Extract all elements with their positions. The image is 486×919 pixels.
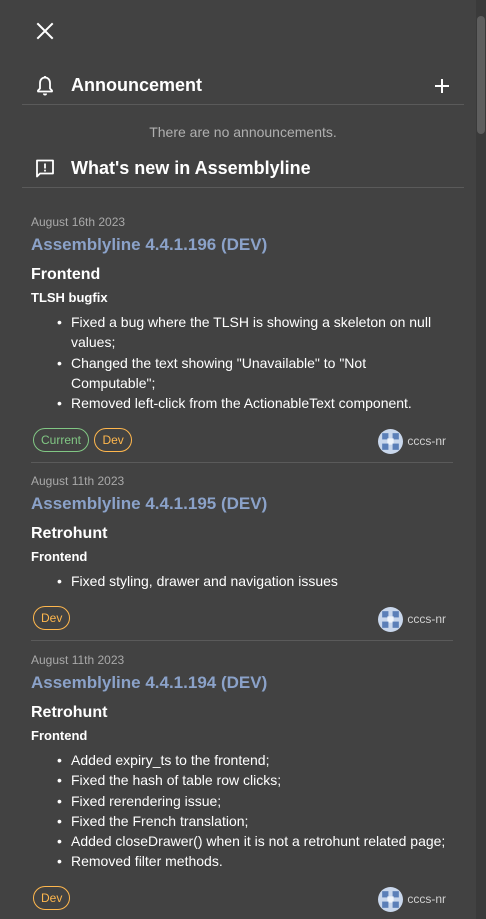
- release-author: cccs-nr: [378, 428, 446, 454]
- release-section: Retrohunt: [31, 704, 108, 721]
- notification-drawer: Announcement There are no announcements.…: [0, 0, 476, 919]
- release-subsection: Frontend: [31, 728, 88, 743]
- avatar: [378, 428, 404, 454]
- announcement-title: Announcement: [71, 75, 203, 95]
- list-item: Removed filter methods.: [57, 851, 453, 872]
- release-title-link[interactable]: Assemblyline 4.4.1.194 (DEV): [31, 673, 453, 693]
- list-item: Fixed rerendering issue;: [57, 791, 453, 812]
- add-announcement-button[interactable]: [430, 74, 454, 98]
- tag-current[interactable]: Current: [33, 428, 90, 452]
- plus-icon: [435, 79, 449, 93]
- bell-icon: [37, 75, 53, 95]
- list-item: Added closeDrawer() when it is not a ret…: [57, 831, 453, 852]
- release-title-link[interactable]: Assemblyline 4.4.1.195 (DEV): [31, 494, 453, 514]
- release-changes-list: Fixed a bug where the TLSH is showing a …: [57, 312, 453, 414]
- release-divider: [31, 640, 453, 641]
- list-item: Removed left-click from the ActionableTe…: [57, 393, 453, 414]
- whats-new-header: What's new in Assemblyline: [22, 150, 464, 188]
- tag-dev[interactable]: Dev: [33, 886, 71, 910]
- list-item: Added expiry_ts to the frontend;: [57, 750, 453, 771]
- feedback-icon: [36, 159, 54, 177]
- list-item: Changed the text showing "Unavailable" t…: [57, 353, 453, 394]
- release-entry: August 16th 2023 Assemblyline 4.4.1.196 …: [31, 215, 453, 414]
- release-author: cccs-nr: [378, 606, 446, 632]
- release-date: August 11th 2023: [31, 474, 125, 488]
- tag-dev[interactable]: Dev: [94, 428, 132, 452]
- list-item: Fixed styling, drawer and navigation iss…: [57, 571, 453, 592]
- release-section: Frontend: [31, 266, 101, 283]
- announcement-header: Announcement: [22, 67, 464, 105]
- avatar: [378, 606, 404, 632]
- release-footer: Dev cccs-nr: [33, 886, 455, 914]
- release-subsection: TLSH bugfix: [31, 290, 108, 305]
- release-author: cccs-nr: [378, 886, 446, 912]
- close-drawer-button[interactable]: [33, 19, 57, 43]
- release-divider: [31, 462, 453, 463]
- list-item: Fixed the French translation;: [57, 811, 453, 832]
- author-name: cccs-nr: [407, 612, 446, 626]
- release-footer: Current Dev cccs-nr: [33, 428, 455, 456]
- release-entry: August 11th 2023 Assemblyline 4.4.1.194 …: [31, 653, 453, 872]
- release-footer: Dev cccs-nr: [33, 606, 455, 634]
- scrollbar-thumb[interactable]: [477, 16, 485, 134]
- list-item: Fixed the hash of table row clicks;: [57, 770, 453, 791]
- release-title-link[interactable]: Assemblyline 4.4.1.196 (DEV): [31, 235, 453, 255]
- close-icon: [36, 22, 54, 40]
- avatar: [378, 886, 404, 912]
- author-name: cccs-nr: [407, 434, 446, 448]
- release-changes-list: Added expiry_ts to the frontend; Fixed t…: [57, 750, 453, 872]
- tag-dev[interactable]: Dev: [33, 606, 71, 630]
- release-date: August 11th 2023: [31, 653, 125, 667]
- list-item: Fixed a bug where the TLSH is showing a …: [57, 312, 453, 353]
- release-date: August 16th 2023: [31, 215, 126, 229]
- release-section: Retrohunt: [31, 525, 108, 542]
- release-entry: August 11th 2023 Assemblyline 4.4.1.195 …: [31, 474, 453, 592]
- no-announcements-message: There are no announcements.: [149, 124, 337, 140]
- release-subsection: Frontend: [31, 549, 88, 564]
- author-name: cccs-nr: [407, 892, 446, 906]
- release-changes-list: Fixed styling, drawer and navigation iss…: [57, 571, 453, 592]
- whats-new-title: What's new in Assemblyline: [71, 158, 311, 178]
- scrollbar-track[interactable]: [476, 0, 486, 919]
